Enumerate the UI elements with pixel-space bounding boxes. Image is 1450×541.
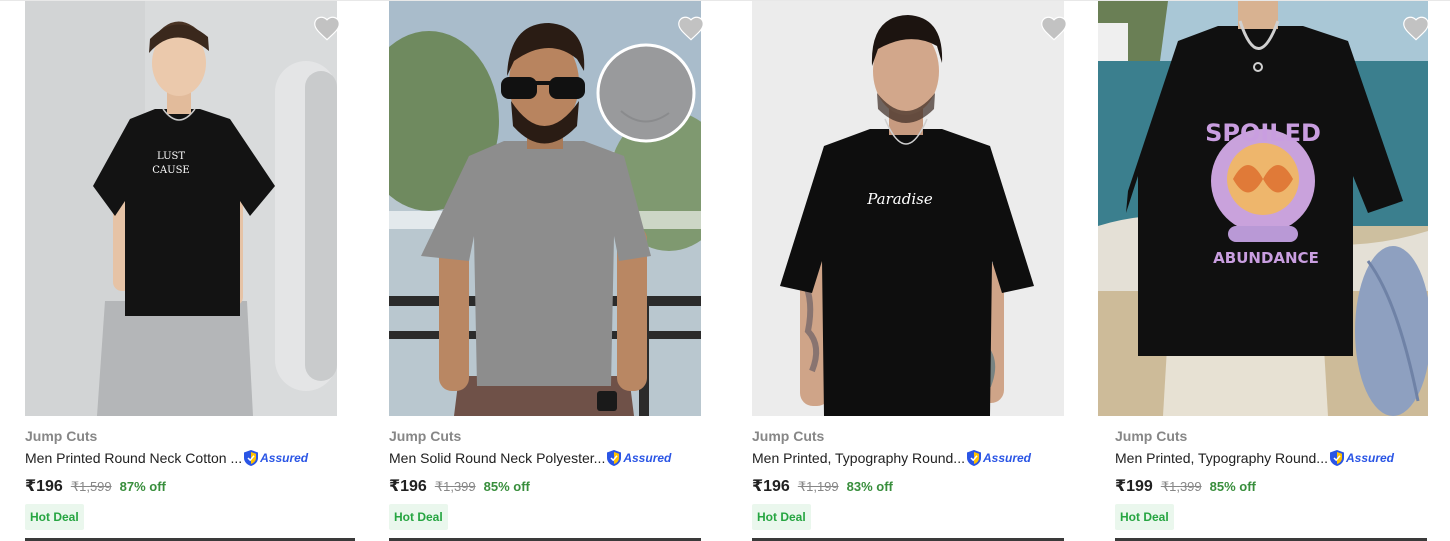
product-image[interactable]	[389, 1, 701, 416]
product-title[interactable]: Men Printed, Typography Round...	[752, 450, 965, 466]
heart-icon[interactable]	[313, 15, 343, 43]
assured-label: Assured	[982, 451, 1032, 465]
product-card[interactable]: Paradise Jump Cuts Men Printed, Typograp…	[752, 0, 1082, 541]
original-price: ₹1,399	[1160, 479, 1202, 494]
hot-deal-badge: Hot Deal	[389, 504, 448, 530]
shirt-print-line: ABUNDANCE	[1213, 249, 1319, 267]
product-card[interactable]: LUST CAUSE Jump Cuts Men Printed Round N…	[25, 0, 355, 541]
selling-price: ₹196	[25, 478, 63, 495]
shield-icon	[244, 450, 259, 466]
assured-badge: Assured	[243, 449, 308, 467]
shirt-print-line: Paradise	[866, 190, 933, 208]
shirt-print-line: SPOILED	[1205, 119, 1321, 147]
selling-price: ₹199	[1115, 478, 1153, 495]
hot-deal-badge: Hot Deal	[752, 504, 811, 530]
product-title[interactable]: Men Printed Round Neck Cotton ...	[25, 450, 242, 466]
product-image[interactable]: SPOILED ABUNDANCE	[1098, 1, 1428, 416]
original-price: ₹1,399	[434, 479, 476, 494]
selling-price: ₹196	[389, 478, 427, 495]
brand-name: Jump Cuts	[1115, 428, 1188, 444]
shield-icon	[966, 450, 981, 466]
hot-deal-badge: Hot Deal	[25, 504, 84, 530]
product-card[interactable]: Jump Cuts Men Solid Round Neck Polyester…	[389, 0, 719, 541]
original-price: ₹1,199	[797, 479, 839, 494]
discount-percent: 85% off	[483, 479, 530, 494]
product-card[interactable]: SPOILED ABUNDANCE Jump Cuts Men Printed,…	[1098, 0, 1429, 541]
assured-badge: Assured	[606, 449, 671, 467]
discount-percent: 83% off	[846, 479, 893, 494]
discount-percent: 87% off	[119, 479, 166, 494]
product-title[interactable]: Men Printed, Typography Round...	[1115, 450, 1328, 466]
assured-badge: Assured	[966, 449, 1031, 467]
assured-label: Assured	[1345, 451, 1395, 465]
shirt-print-line: CAUSE	[152, 165, 189, 176]
heart-icon[interactable]	[677, 15, 707, 43]
assured-label: Assured	[623, 451, 672, 465]
brand-name: Jump Cuts	[752, 428, 825, 444]
brand-name: Jump Cuts	[25, 428, 98, 444]
assured-label: Assured	[260, 451, 309, 465]
assured-badge: Assured	[1329, 449, 1394, 467]
brand-name: Jump Cuts	[389, 428, 462, 444]
product-image[interactable]: Paradise	[752, 1, 1064, 416]
original-price: ₹1,599	[70, 479, 112, 494]
product-image[interactable]: LUST CAUSE	[25, 1, 337, 416]
shield-icon	[607, 450, 622, 466]
product-title[interactable]: Men Solid Round Neck Polyester...	[389, 450, 605, 466]
discount-percent: 85% off	[1209, 479, 1256, 494]
shirt-print-line: LUST	[157, 151, 185, 162]
shield-icon	[1329, 450, 1344, 466]
heart-icon[interactable]	[1040, 15, 1070, 43]
hot-deal-badge: Hot Deal	[1115, 504, 1174, 530]
selling-price: ₹196	[752, 478, 790, 495]
heart-icon[interactable]	[1402, 15, 1432, 43]
